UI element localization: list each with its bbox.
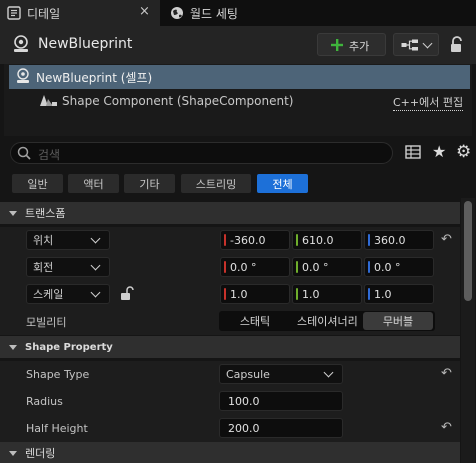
filter-general-button[interactable]: 일반 — [12, 174, 63, 193]
chevron-down-icon — [90, 233, 101, 243]
shape-component-icon — [40, 95, 57, 106]
scale-x-field[interactable]: 1.0 — [220, 284, 290, 304]
scale-mode-dropdown[interactable]: 스케일 — [26, 284, 110, 304]
search-icon — [17, 146, 31, 160]
y-axis-bar — [296, 261, 298, 273]
radius-value: 100.0 — [228, 394, 260, 408]
location-mode-dropdown[interactable]: 위치 — [26, 230, 110, 250]
filter-misc-button[interactable]: 기타 — [124, 174, 175, 193]
radius-label: Radius — [26, 395, 63, 408]
close-icon[interactable]: × — [139, 4, 150, 19]
tab-world-settings[interactable]: 월드 세팅 — [162, 0, 312, 26]
table-view-icon[interactable] — [405, 145, 421, 159]
globe-icon — [171, 7, 183, 19]
location-x-value: -360.0 — [230, 233, 266, 247]
scale-label: 스케일 — [33, 288, 64, 301]
reset-half-height-icon[interactable]: ↶ — [441, 420, 452, 435]
tree-item-root-label: NewBlueprint (셀프) — [36, 71, 153, 85]
scrollbar-thumb[interactable] — [464, 201, 472, 301]
tab-details[interactable]: 디테일 × — [0, 0, 160, 26]
reset-location-icon[interactable]: ↶ — [441, 232, 452, 247]
location-y-field[interactable]: 610.0 — [292, 230, 362, 250]
z-axis-bar — [368, 261, 370, 273]
half-height-label: Half Height — [26, 422, 88, 435]
tab-world-settings-label: 월드 세팅 — [190, 7, 238, 21]
page-title: NewBlueprint — [38, 36, 133, 52]
shape-type-dropdown[interactable]: Capsule — [219, 364, 343, 384]
location-x-field[interactable]: -360.0 — [220, 230, 290, 250]
filter-actor-button[interactable]: 액터 — [68, 174, 119, 193]
shape-type-value: Capsule — [226, 367, 270, 381]
section-shape-property[interactable]: Shape Property — [0, 336, 460, 358]
mobility-static-option[interactable]: 스태틱 — [219, 311, 291, 331]
chevron-down-icon — [90, 260, 101, 270]
blueprint-actor-icon — [17, 68, 29, 83]
search-placeholder: 검색 — [38, 148, 61, 162]
x-axis-bar — [224, 234, 226, 246]
add-component-button[interactable]: 추가 — [317, 33, 386, 56]
location-z-field[interactable]: 360.0 — [364, 230, 434, 250]
tree-item-shape-component[interactable]: Shape Component (ShapeComponent) — [62, 94, 293, 108]
section-rendering[interactable]: 렌더링 — [0, 442, 460, 463]
mobility-label: 모빌리티 — [26, 316, 67, 329]
z-axis-bar — [368, 234, 370, 246]
lock-open-icon[interactable] — [449, 36, 465, 53]
rotation-label: 회전 — [33, 261, 54, 274]
rotation-x-value: 0.0 ° — [230, 260, 257, 274]
mobility-movable-option[interactable]: 무버블 — [363, 312, 433, 330]
section-transform-label: 트랜스폼 — [25, 207, 66, 220]
location-z-value: 360.0 — [374, 233, 406, 247]
x-axis-bar — [224, 261, 226, 273]
expand-arrow-icon — [9, 344, 17, 350]
component-hierarchy-icon — [401, 39, 418, 51]
chevron-down-icon — [422, 38, 433, 49]
blueprint-actor-icon — [14, 35, 28, 52]
edit-in-cpp-link[interactable]: C++에서 편집 — [393, 94, 464, 111]
shape-type-label: Shape Type — [26, 368, 90, 381]
rotation-mode-dropdown[interactable]: 회전 — [26, 257, 110, 277]
rotation-y-field[interactable]: 0.0 ° — [292, 257, 362, 277]
blueprint-options-dropdown[interactable] — [393, 33, 439, 56]
z-axis-bar — [368, 288, 370, 300]
scale-y-field[interactable]: 1.0 — [292, 284, 362, 304]
chevron-down-icon — [90, 287, 101, 297]
scale-y-value: 1.0 — [302, 287, 320, 301]
expand-arrow-icon — [9, 450, 17, 456]
half-height-field[interactable]: 200.0 — [219, 418, 343, 438]
mobility-selector: 스태틱 스테이셔너리 무버블 — [219, 311, 435, 331]
lock-open-icon[interactable] — [120, 286, 134, 301]
tab-details-label: 디테일 — [27, 7, 61, 21]
x-axis-bar — [224, 288, 226, 300]
expand-arrow-icon — [9, 210, 17, 216]
y-axis-bar — [296, 234, 298, 246]
location-label: 위치 — [33, 234, 54, 247]
scale-x-value: 1.0 — [230, 287, 248, 301]
settings-gear-icon[interactable]: ⚙ — [456, 142, 471, 162]
section-rendering-label: 렌더링 — [25, 447, 56, 460]
rotation-z-field[interactable]: 0.0 ° — [364, 257, 434, 277]
section-transform[interactable]: 트랜스폼 — [0, 202, 460, 224]
rotation-y-value: 0.0 ° — [302, 260, 329, 274]
add-component-label: 추가 — [349, 40, 370, 53]
scale-z-value: 1.0 — [374, 287, 392, 301]
radius-field[interactable]: 100.0 — [219, 391, 343, 411]
reset-shape-type-icon[interactable]: ↶ — [441, 366, 452, 381]
scale-z-field[interactable]: 1.0 — [364, 284, 434, 304]
plus-icon — [331, 39, 343, 51]
filter-all-button[interactable]: 전체 — [257, 174, 308, 193]
favorite-star-icon[interactable]: ★ — [432, 142, 446, 161]
y-axis-bar — [296, 288, 298, 300]
details-icon — [7, 6, 21, 20]
mobility-stationary-option[interactable]: 스테이셔너리 — [291, 311, 363, 331]
filter-streaming-button[interactable]: 스트리밍 — [181, 174, 251, 193]
rotation-z-value: 0.0 ° — [374, 260, 401, 274]
rotation-x-field[interactable]: 0.0 ° — [220, 257, 290, 277]
half-height-value: 200.0 — [228, 421, 260, 435]
search-input[interactable]: 검색 — [10, 142, 393, 164]
section-shape-property-label: Shape Property — [25, 341, 113, 353]
location-y-value: 610.0 — [302, 233, 334, 247]
chevron-down-icon — [323, 367, 334, 377]
